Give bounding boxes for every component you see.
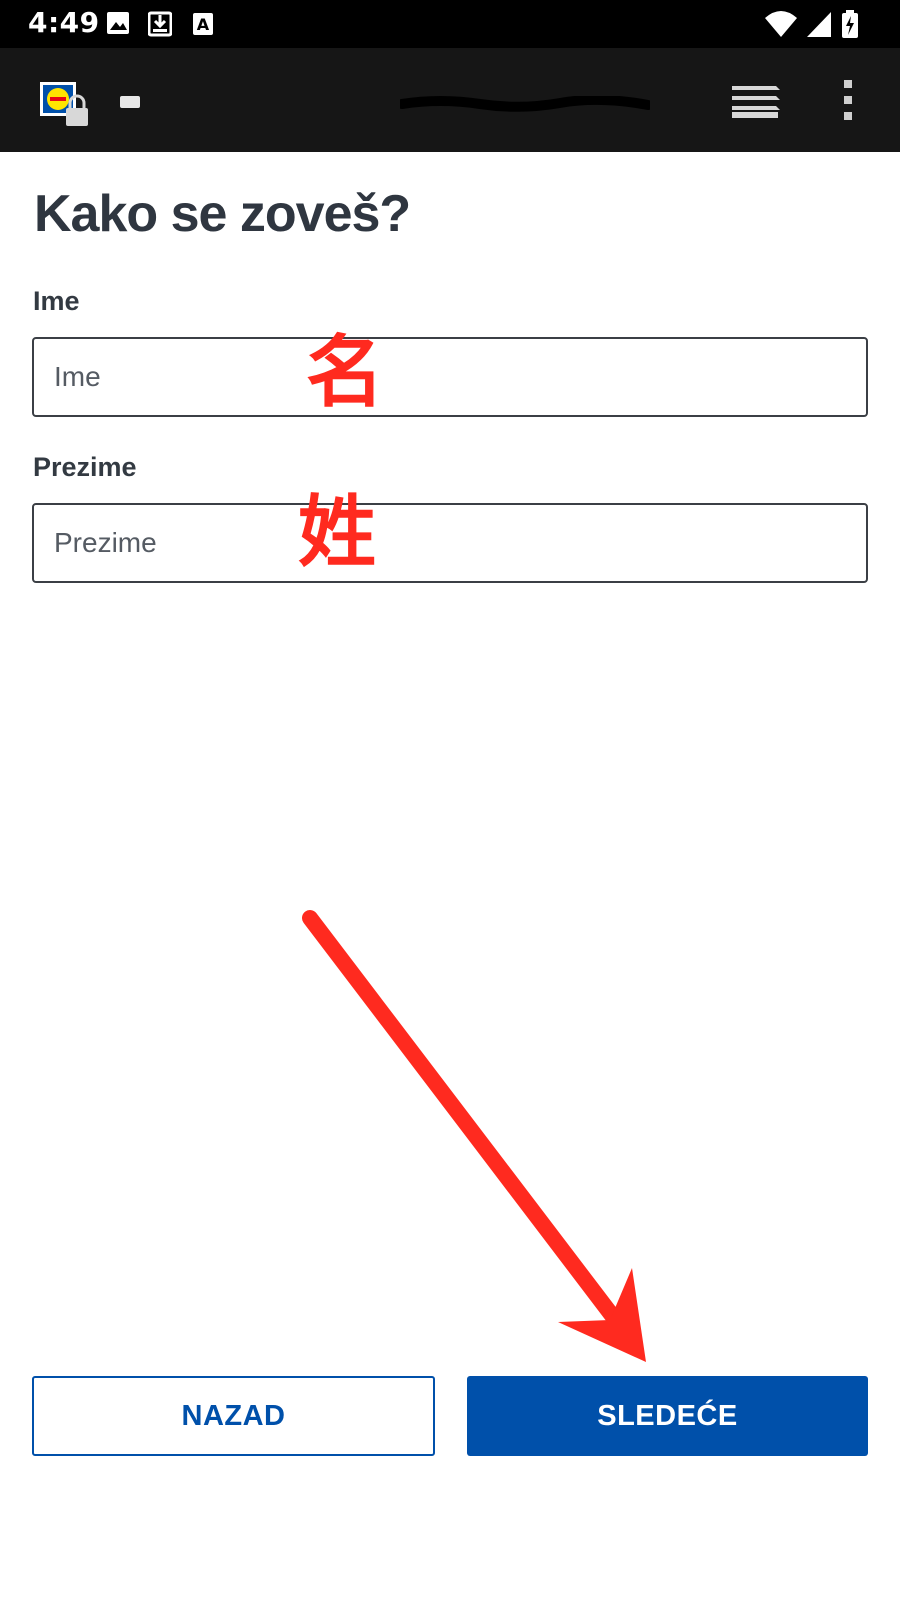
- page-title: Kako se zoveš?: [34, 185, 411, 243]
- back-button[interactable]: NAZAD: [32, 1376, 435, 1456]
- lidl-lock-icon[interactable]: [38, 80, 94, 132]
- tabs-stack-icon[interactable]: [730, 80, 782, 120]
- tab-indicator: [120, 96, 140, 108]
- last-name-label: Prezime: [33, 452, 137, 482]
- next-button[interactable]: SLEDEĆE: [467, 1376, 868, 1456]
- last-name-annotation: 姓: [298, 487, 377, 578]
- status-time: 4:49: [28, 6, 100, 39]
- image-icon: [107, 12, 129, 34]
- status-bar: 4:49 A: [0, 0, 900, 48]
- first-name-annotation: 名: [306, 327, 385, 418]
- a-notification-icon: A: [193, 13, 213, 35]
- url-bar-redacted[interactable]: [400, 96, 650, 112]
- first-name-label: Ime: [33, 286, 80, 316]
- last-name-input[interactable]: [32, 503, 868, 583]
- wifi-icon: [765, 11, 797, 37]
- signal-icon: [807, 12, 831, 37]
- svg-text:A: A: [197, 15, 210, 34]
- download-icon: [148, 11, 172, 37]
- overflow-menu-icon[interactable]: [842, 80, 854, 120]
- battery-charging-icon: [842, 10, 858, 38]
- first-name-input[interactable]: [32, 337, 868, 417]
